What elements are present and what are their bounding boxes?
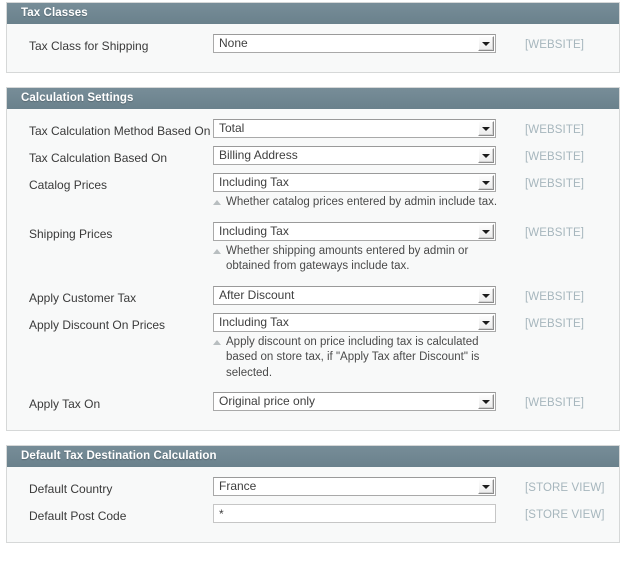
select-value: Including Tax: [219, 314, 289, 329]
sections-container: Tax Classes Tax Class for Shipping None [WE…: [0, 2, 626, 543]
chevron-down-icon[interactable]: [478, 121, 494, 136]
setting-label: Tax Calculation Method Based On: [29, 124, 211, 138]
scope-label: [WEBSITE]: [525, 178, 585, 190]
select-apply-discount-on-prices[interactable]: Including Tax: [213, 312, 496, 332]
select-value: None: [219, 36, 248, 50]
field-hint: Whether catalog prices entered by admin …: [213, 195, 504, 211]
setting-label: Catalog Prices: [29, 178, 108, 192]
scope-label: [WEBSITE]: [525, 317, 585, 330]
scope-label: [WEBSITE]: [525, 39, 585, 51]
setting-label: Default Country: [29, 482, 113, 496]
setting-row: Default Post Code [STORE VIEW]: [7, 504, 619, 529]
select-value: Original price only: [219, 394, 316, 408]
field-hint-text: Whether shipping amounts entered by admi…: [226, 244, 469, 273]
chevron-down-icon[interactable]: [478, 287, 494, 303]
field-hint-text: Apply discount on price including tax is…: [226, 335, 480, 379]
select-value: Billing Address: [219, 148, 298, 162]
setting-row: Catalog Prices Including Tax Whether catal…: [7, 173, 619, 220]
select-default-country[interactable]: France: [213, 477, 496, 496]
chevron-down-icon[interactable]: [478, 36, 494, 51]
setting-field: Including Tax Apply discount on price inc…: [213, 312, 504, 391]
section-body: Default Country France [STORE VIEW] Default…: [7, 467, 619, 542]
select-value: Including Tax: [219, 175, 289, 189]
field-hint-text: Whether catalog prices entered by admin …: [226, 196, 498, 208]
select-tax-calculation-method-based-on[interactable]: Total: [213, 119, 496, 138]
scope-label: [STORE VIEW]: [525, 482, 605, 494]
section-body: Tax Class for Shipping None [WEBSITE]: [7, 24, 619, 72]
setting-label: Apply Discount On Prices: [29, 317, 166, 332]
select-catalog-prices[interactable]: Including Tax: [213, 173, 496, 192]
field-hint: Apply discount on price including tax is…: [213, 335, 504, 382]
setting-field: None: [213, 34, 503, 59]
setting-field: After Discount: [213, 285, 503, 311]
chevron-down-icon[interactable]: [478, 175, 494, 190]
select-tax-class-for-shipping[interactable]: None: [213, 34, 496, 53]
setting-row: Shipping Prices Including Tax Whether ship…: [7, 221, 619, 284]
triangle-up-icon: [213, 200, 221, 205]
setting-label: Apply Customer Tax: [29, 290, 137, 305]
setting-row: Tax Class for Shipping None [WEBSITE]: [7, 34, 619, 59]
chevron-down-icon[interactable]: [478, 394, 494, 409]
input-default-post-code[interactable]: [213, 504, 496, 523]
setting-label: Tax Calculation Based On: [29, 151, 168, 165]
scope-label: [WEBSITE]: [525, 151, 585, 163]
scope-label: [STORE VIEW]: [525, 509, 605, 521]
section-body: Tax Calculation Method Based On Total [WEB…: [7, 109, 619, 430]
triangle-up-icon: [213, 248, 221, 254]
select-apply-tax-on[interactable]: Original price only: [213, 392, 496, 411]
setting-row: Default Country France [STORE VIEW]: [7, 477, 619, 502]
select-value: France: [219, 479, 257, 493]
setting-row: Tax Calculation Method Based On Total [WEB…: [7, 119, 619, 144]
scope-label: [WEBSITE]: [525, 397, 585, 409]
setting-field: Billing Address: [213, 146, 503, 171]
setting-field: Original price only: [213, 392, 503, 417]
scope-label: [WEBSITE]: [525, 226, 585, 239]
setting-row: Apply Tax On Original price only [WEBSITE]: [7, 392, 619, 417]
chevron-down-icon[interactable]: [478, 314, 494, 330]
tax-settings-page: Tax Classes Tax Class for Shipping None [WE…: [0, 2, 626, 543]
scope-label: [WEBSITE]: [525, 290, 585, 303]
setting-label: Apply Tax On: [29, 397, 101, 411]
setting-field: Including Tax Whether shipping amounts en…: [213, 221, 504, 284]
field-hint: Whether shipping amounts entered by admi…: [213, 244, 504, 275]
settings-section: Tax Classes Tax Class for Shipping None [WE…: [6, 2, 620, 73]
section-header[interactable]: Default Tax Destination Calculation: [6, 445, 620, 467]
settings-section: Calculation Settings Tax Calculation Meth…: [6, 87, 620, 431]
setting-row: Apply Discount On Prices Including Tax App…: [7, 312, 619, 391]
setting-label: Tax Class for Shipping: [29, 39, 149, 53]
select-shipping-prices[interactable]: Including Tax: [213, 221, 496, 241]
triangle-up-icon: [213, 339, 221, 345]
chevron-down-icon[interactable]: [478, 479, 494, 494]
setting-field: [213, 504, 503, 529]
chevron-down-icon[interactable]: [478, 223, 494, 239]
setting-label: Shipping Prices: [29, 226, 113, 241]
select-value: After Discount: [219, 287, 295, 302]
setting-field: Including Tax Whether catalog prices ente…: [213, 173, 503, 220]
select-apply-customer-tax[interactable]: After Discount: [213, 285, 496, 305]
select-tax-calculation-based-on[interactable]: Billing Address: [213, 146, 496, 165]
setting-field: France: [213, 477, 503, 502]
setting-label: Default Post Code: [29, 509, 127, 523]
settings-section: Default Tax Destination Calculation Defau…: [6, 445, 620, 543]
scope-label: [WEBSITE]: [525, 124, 585, 136]
setting-row: Apply Customer Tax After Discount [WEBSITE…: [7, 285, 619, 311]
select-value: Total: [219, 121, 245, 135]
setting-field: Total: [213, 119, 503, 144]
select-value: Including Tax: [219, 223, 289, 238]
section-header[interactable]: Tax Classes: [6, 2, 620, 24]
setting-row: Tax Calculation Based On Billing Address […: [7, 146, 619, 171]
chevron-down-icon[interactable]: [478, 148, 494, 163]
section-header[interactable]: Calculation Settings: [6, 87, 620, 109]
